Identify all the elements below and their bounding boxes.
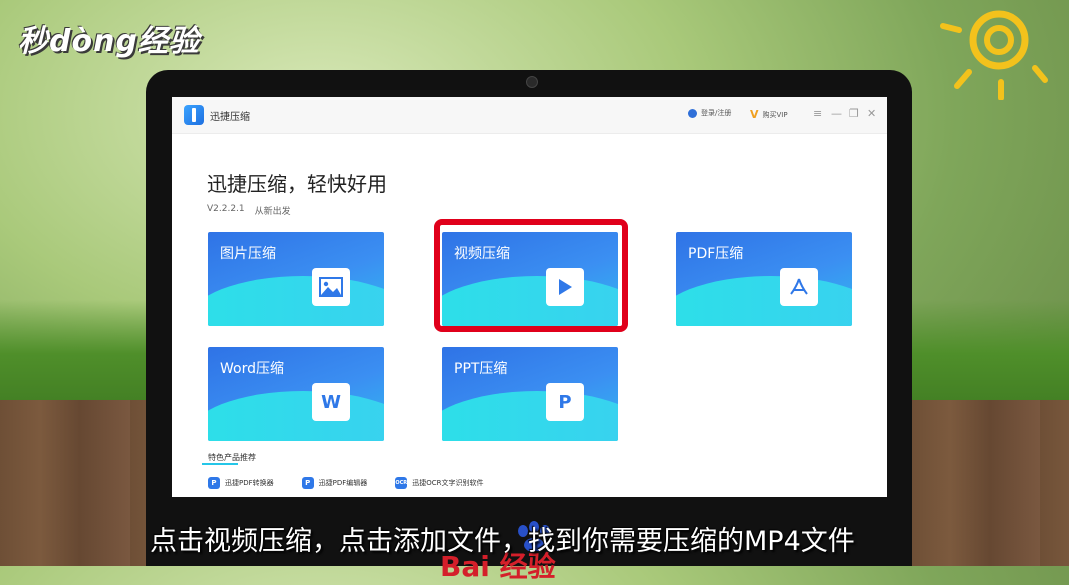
version-number: V2.2.2.1: [207, 204, 245, 214]
ocr-icon: OCR: [395, 477, 408, 489]
app-window: 迅捷压缩 登录/注册 V 购买VIP ≡ — ❐ ✕ 迅捷压缩，轻快好用 V2.…: [172, 97, 887, 497]
version-tag: 从新出发: [254, 207, 291, 217]
minimize-icon[interactable]: —: [831, 107, 842, 120]
card-label: PPT压缩: [454, 361, 508, 377]
subtitle-caption: 点击视频压缩，点击添加文件，找到你需要压缩的MP4文件: [150, 526, 855, 557]
featured-products: P 迅捷PDF转换器 P 迅捷PDF编辑器 OCR 迅捷OCR文字识别软件: [208, 477, 484, 489]
user-icon: [688, 108, 697, 118]
login-label: 登录/注册: [701, 109, 732, 117]
menu-icon[interactable]: ≡: [813, 107, 822, 120]
featured-underline: [202, 463, 238, 465]
brand-logo: 秒dòng经验: [18, 24, 200, 59]
pdf-icon: [780, 268, 818, 306]
card-label: PDF压缩: [688, 246, 744, 262]
restore-icon[interactable]: ❐: [849, 107, 859, 120]
page-title: 迅捷压缩，轻快好用: [207, 172, 387, 196]
image-icon: [312, 268, 350, 306]
card-pdf-compress[interactable]: PDF压缩: [676, 232, 852, 326]
buy-vip-button[interactable]: V 购买VIP: [750, 108, 788, 121]
sun-icon: [940, 10, 1048, 100]
app-logo-icon: [184, 105, 204, 125]
vip-icon: V: [750, 108, 759, 121]
login-button[interactable]: 登录/注册: [688, 108, 731, 118]
word-icon: W: [312, 383, 350, 421]
card-image-compress[interactable]: 图片压缩: [208, 232, 384, 326]
webcam: [526, 76, 538, 88]
vip-label: 购买VIP: [762, 110, 788, 119]
pdf-converter-icon: P: [208, 477, 220, 489]
product-label: 迅捷OCR文字识别软件: [412, 479, 484, 487]
app-title: 迅捷压缩: [210, 112, 250, 123]
product-label: 迅捷PDF转换器: [225, 479, 274, 487]
card-label: 图片压缩: [220, 246, 276, 262]
close-icon[interactable]: ✕: [867, 107, 876, 120]
product-pdf-editor[interactable]: P 迅捷PDF编辑器: [301, 477, 368, 489]
card-word-compress[interactable]: Word压缩 W: [208, 347, 384, 441]
ppt-icon: P: [546, 383, 584, 421]
version-info: V2.2.2.1 从新出发: [207, 204, 291, 217]
card-label: Word压缩: [220, 361, 284, 377]
selection-highlight: [434, 219, 628, 332]
title-bar: 迅捷压缩 登录/注册 V 购买VIP ≡ — ❐ ✕: [172, 97, 887, 134]
product-pdf-converter[interactable]: P 迅捷PDF转换器: [208, 477, 274, 489]
featured-title: 特色产品推荐: [208, 453, 256, 462]
card-ppt-compress[interactable]: PPT压缩 P: [442, 347, 618, 441]
product-ocr[interactable]: OCR 迅捷OCR文字识别软件: [395, 477, 484, 489]
pdf-editor-icon: P: [301, 477, 314, 489]
product-label: 迅捷PDF编辑器: [318, 479, 368, 487]
